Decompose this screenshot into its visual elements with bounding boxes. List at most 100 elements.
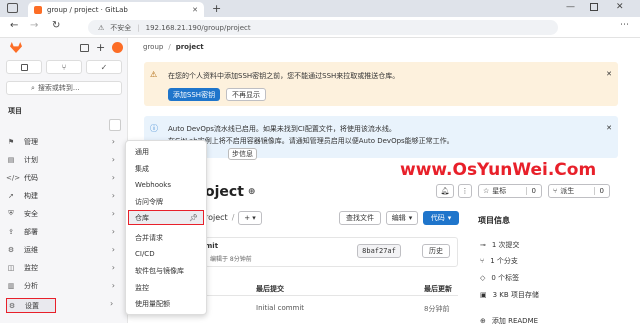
menu-item-access-tokens[interactable]: 访问令牌: [135, 197, 163, 207]
project-title: oject ⊕: [205, 184, 256, 200]
close-window-icon[interactable]: ✕: [616, 2, 624, 12]
shield-icon: ⛨: [8, 209, 14, 217]
warning-icon: ⚠: [150, 70, 158, 79]
gitlab-favicon-icon: [34, 5, 42, 14]
nav-item-deploy[interactable]: ⇪ 部署 ›: [6, 224, 121, 239]
nav-item-code[interactable]: </> 代码 ›: [6, 170, 121, 185]
file-table-header: [205, 278, 458, 296]
commit-sha-button[interactable]: 8baf27af: [357, 244, 401, 258]
add-file-button[interactable]: + ▾: [238, 211, 262, 225]
section-label: 项目: [8, 107, 22, 115]
nav-item-plan[interactable]: ▤ 计划 ›: [6, 152, 121, 167]
nav-item-build[interactable]: ➚ 构建 ›: [6, 188, 121, 203]
nav-item-analyze[interactable]: ▥ 分析 ›: [6, 278, 121, 293]
monitor-icon: ◫: [7, 263, 15, 272]
menu-item-packages-registries[interactable]: 软件包与镜像库: [135, 266, 184, 276]
pin-icon[interactable]: [109, 119, 121, 131]
storage-link[interactable]: ▣ 3 KB 项目存储: [480, 290, 539, 300]
close-icon[interactable]: ✕: [606, 124, 612, 132]
add-readme-link[interactable]: ⊕ 添加 README: [480, 316, 538, 326]
operate-icon: ⚙: [7, 245, 15, 254]
menu-item-repository[interactable]: 仓库 📌︎: [128, 210, 204, 225]
find-file-button[interactable]: 查找文件: [339, 211, 381, 225]
tag-icon: ◇: [480, 274, 486, 282]
star-icon: ☆: [483, 187, 490, 195]
sidebar-toggle-icon[interactable]: [7, 3, 18, 13]
menu-item-merge-requests[interactable]: 合并请求: [135, 233, 163, 243]
close-tab-icon[interactable]: ✕: [192, 6, 198, 14]
merge-requests-icon[interactable]: ⑂: [46, 60, 82, 74]
nav-item-operate[interactable]: ⚙ 运维 ›: [6, 242, 121, 257]
avatar[interactable]: [112, 42, 123, 53]
insecure-label: 不安全: [110, 23, 132, 32]
dont-show-again-button[interactable]: 不再显示: [226, 88, 266, 101]
devops-alert-line2: 在GitLab实例上将不启用容器镜像库。请通知管理员启用以便Auto DevOp…: [168, 137, 454, 145]
globe-icon: ⊕: [247, 187, 256, 197]
nav-item-manage[interactable]: ⚑ 管理 ›: [6, 134, 121, 149]
breadcrumb-project[interactable]: project: [176, 43, 204, 51]
breadcrumb: group / project: [143, 43, 204, 51]
pin-icon[interactable]: 📌︎: [189, 214, 198, 222]
code-icon: </>: [6, 173, 21, 182]
menu-item-general[interactable]: 通用: [135, 147, 149, 157]
menu-item-monitor[interactable]: 监控: [135, 283, 149, 293]
project-info-title: 项目信息: [478, 216, 510, 225]
maximize-icon[interactable]: [590, 3, 598, 11]
menu-item-integrations[interactable]: 集成: [135, 164, 149, 174]
address-field[interactable]: ⚠ 不安全 | 192.168.21.190/group/project: [88, 20, 558, 35]
close-icon[interactable]: ✕: [606, 70, 612, 78]
add-icon: ⊕: [480, 317, 486, 325]
minimize-icon[interactable]: —: [566, 2, 575, 12]
info-icon: ⓘ: [150, 124, 158, 133]
nav-item-monitor[interactable]: ◫ 监控 ›: [6, 260, 121, 275]
deploy-icon: ⇪: [8, 227, 14, 236]
fork-icon: ⑂: [553, 187, 558, 195]
menu-item-ci-cd[interactable]: CI/CD: [135, 250, 155, 258]
todos-icon[interactable]: ✓: [86, 60, 122, 74]
fork-button[interactable]: ⑂ 派生 0: [548, 184, 610, 198]
row-commit[interactable]: Initial commit: [256, 304, 304, 312]
storage-icon: ▣: [480, 291, 487, 299]
create-new-icon[interactable]: +: [96, 41, 105, 54]
search-icon: ⌕: [31, 83, 35, 92]
ssh-warning-alert: ⚠ 在您的个人资料中添加SSH密钥之前，您不能通过SSH来拉取或推送仓库。 添加…: [144, 62, 618, 106]
menu-item-usage-quotas[interactable]: 使用量配额: [135, 299, 170, 309]
edit-button[interactable]: 编辑 ▾: [386, 211, 418, 225]
code-button[interactable]: 代码 ▾: [423, 211, 459, 225]
add-ssh-key-button[interactable]: 添加SSH密钥: [168, 88, 220, 101]
more-actions-button[interactable]: ⋮: [458, 184, 472, 198]
devops-info-alert: ⓘ Auto DevOps流水线已启用。如果未找到CI配置文件，将使用该流水线。…: [144, 116, 618, 160]
col-last-update: 最后更新: [424, 285, 452, 293]
more-icon[interactable]: ⋯: [620, 20, 629, 30]
history-button[interactable]: 历史: [422, 244, 450, 258]
devops-alert-line1: Auto DevOps流水线已启用。如果未找到CI配置文件，将使用该流水线。: [168, 125, 396, 133]
nav-item-settings[interactable]: ⚙ 设置: [6, 298, 56, 313]
branch-icon: ⑂: [480, 257, 485, 265]
star-button[interactable]: ☆ 星标 0: [478, 184, 542, 198]
col-last-commit: 最后提交: [256, 285, 284, 293]
menu-item-webhooks[interactable]: Webhooks: [135, 181, 171, 189]
search-label: 搜索或转到...: [37, 84, 80, 92]
commits-link[interactable]: ⊸ 1 次提交: [480, 240, 520, 250]
tags-link[interactable]: ◇ 0 个标签: [480, 273, 519, 283]
reload-icon[interactable]: ↻: [52, 20, 60, 31]
devops-more-button[interactable]: 步信息: [228, 148, 257, 160]
tab-title: group / project · GitLab: [47, 5, 128, 14]
watermark: www.OsYunWei.Com: [400, 160, 597, 180]
ssh-alert-text: 在您的个人资料中添加SSH密钥之前，您不能通过SSH来拉取或推送仓库。: [168, 72, 400, 80]
breadcrumb-group[interactable]: group: [143, 43, 163, 51]
branches-link[interactable]: ⑂ 1 个分支: [480, 256, 518, 266]
issues-icon[interactable]: [6, 60, 42, 74]
back-icon[interactable]: ←: [10, 20, 18, 31]
manage-icon: ⚑: [7, 137, 15, 146]
repo-path: roject /: [205, 213, 235, 222]
notifications-button[interactable]: 🔔︎: [436, 184, 454, 198]
new-tab-icon[interactable]: +: [212, 2, 221, 15]
commit-icon: ⊸: [480, 241, 486, 249]
nav-item-secure[interactable]: ⛨ 安全 ›: [6, 206, 121, 221]
row-time: 8分钟前: [424, 305, 450, 313]
forward-icon[interactable]: →: [30, 20, 38, 31]
collapse-sidebar-icon[interactable]: [80, 44, 89, 52]
search-button[interactable]: ⌕ 搜索或转到...: [6, 81, 122, 95]
browser-tab[interactable]: group / project · GitLab ✕: [28, 2, 204, 17]
